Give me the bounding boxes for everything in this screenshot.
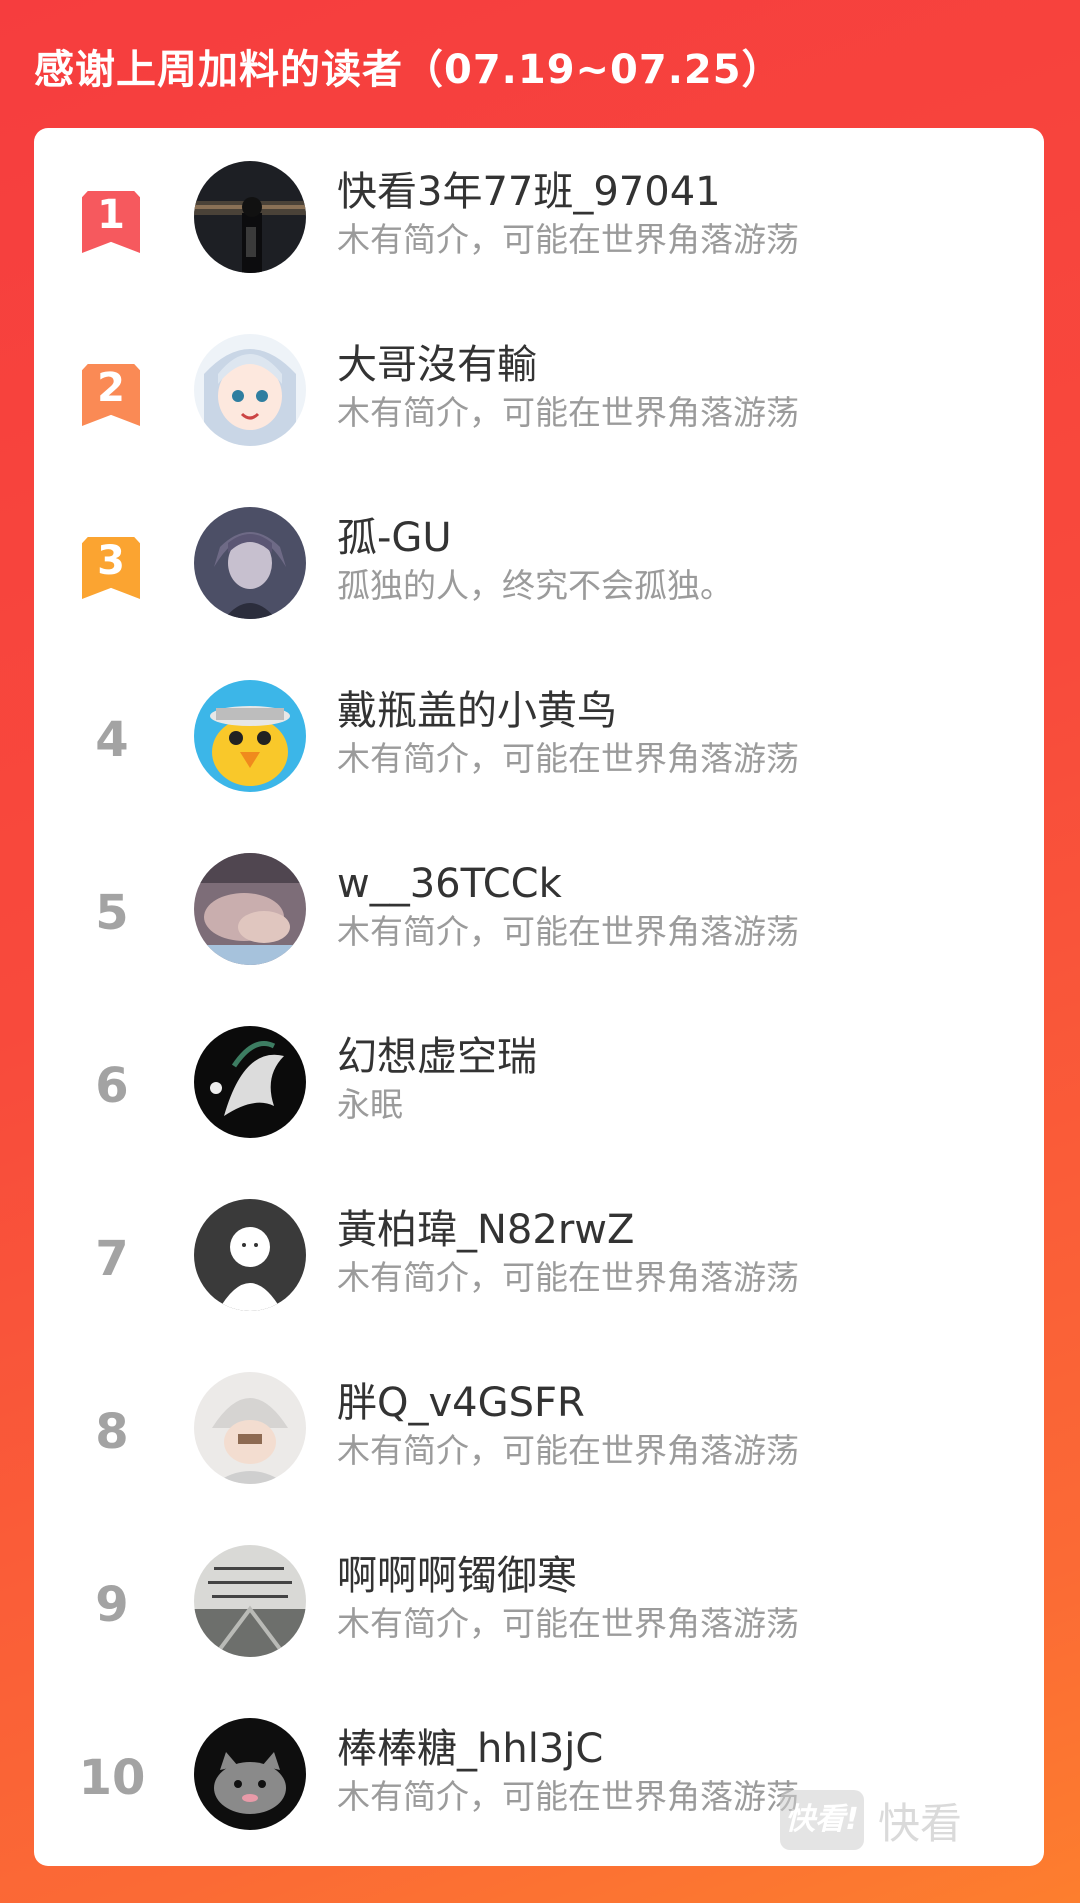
reader-name: 幻想虚空瑞 — [337, 1034, 537, 1080]
rank-badge: 3 — [82, 537, 140, 599]
rank-number: 8 — [95, 1404, 129, 1460]
dragon-art-avatar[interactable] — [194, 1026, 306, 1138]
reader-bio: 木有简介，可能在世界角落游荡 — [337, 912, 799, 951]
reader-name: 孤-GU — [337, 515, 452, 561]
rank-badge: 1 — [82, 191, 140, 253]
yellow-bird-avatar[interactable] — [194, 680, 306, 792]
blurry-photo-avatar[interactable] — [194, 853, 306, 965]
reader-row[interactable]: 8 胖Q_v4GSFR 木有简介，可能在世界角落游荡 — [34, 1339, 1044, 1512]
reader-bio: 永眠 — [337, 1085, 403, 1124]
reader-bio: 木有简介，可能在世界角落游荡 — [337, 1604, 799, 1643]
watermark-text: 快看 — [878, 1798, 963, 1848]
reader-name: 大哥沒有輸 — [337, 342, 537, 388]
handwriting-photo-avatar[interactable] — [194, 1545, 306, 1657]
reader-row[interactable]: 6 幻想虚空瑞 永眠 — [34, 993, 1044, 1166]
rank-number: 9 — [95, 1577, 129, 1633]
reader-row[interactable]: 1 快看3年77班_97041 木有简介，可能在世界角落游荡 — [34, 128, 1044, 301]
reader-row[interactable]: 4 戴瓶盖的小黄鸟 木有简介，可能在世界角落游荡 — [34, 647, 1044, 820]
reader-bio: 木有简介，可能在世界角落游荡 — [337, 1431, 799, 1470]
reader-name: w__36TCCk — [337, 861, 562, 907]
reader-bio: 木有简介，可能在世界角落游荡 — [337, 393, 799, 432]
reader-row[interactable]: 2 大哥沒有輸 木有简介，可能在世界角落游荡 — [34, 301, 1044, 474]
reader-row[interactable]: 7 黃柏瑋_N82rwZ 木有简介，可能在世界角落游荡 — [34, 1166, 1044, 1339]
reader-bio: 木有简介，可能在世界角落游荡 — [337, 1258, 799, 1297]
reader-name: 黃柏瑋_N82rwZ — [337, 1207, 635, 1253]
rank-badge: 2 — [82, 364, 140, 426]
anime-shark-girl-avatar[interactable] — [194, 334, 306, 446]
anime-boy-avatar[interactable] — [194, 507, 306, 619]
dark-night-photo-avatar[interactable] — [194, 161, 306, 273]
watermark-logo: 快看! — [780, 1790, 864, 1850]
rank-number: 5 — [95, 885, 129, 941]
reader-row[interactable]: 5 w__36TCCk 木有简介，可能在世界角落游荡 — [34, 820, 1044, 993]
reader-bio: 木有简介，可能在世界角落游荡 — [337, 739, 799, 778]
kuaikan-watermark: 快看! 快看 — [780, 1790, 962, 1850]
cartoon-cat-avatar[interactable] — [194, 1718, 306, 1830]
reader-bio: 木有简介，可能在世界角落游荡 — [337, 220, 799, 259]
reader-name: 啊啊啊镯御寒 — [337, 1553, 577, 1599]
reader-row[interactable]: 3 孤-GU 孤独的人，终究不会孤独。 — [34, 474, 1044, 647]
rank-number: 7 — [95, 1231, 129, 1287]
reader-name: 快看3年77班_97041 — [337, 169, 721, 215]
rank-number: 10 — [78, 1750, 146, 1806]
reader-name: 胖Q_v4GSFR — [337, 1380, 585, 1426]
hat-person-avatar[interactable] — [194, 1372, 306, 1484]
rank-number: 6 — [95, 1058, 129, 1114]
page-title: 感谢上周加料的读者（07.19~07.25） — [34, 47, 783, 93]
reader-bio: 孤独的人，终究不会孤独。 — [337, 566, 733, 605]
reader-name: 戴瓶盖的小黄鸟 — [337, 688, 617, 734]
reader-name: 棒棒糖_hhl3jC — [337, 1726, 604, 1772]
rank-number: 4 — [95, 712, 129, 768]
default-user-avatar[interactable] — [194, 1199, 306, 1311]
reader-row[interactable]: 9 啊啊啊镯御寒 木有简介，可能在世界角落游荡 — [34, 1512, 1044, 1685]
reader-ranking-list: 1 快看3年77班_97041 木有简介，可能在世界角落游荡 2 大哥沒有輸 木… — [34, 128, 1044, 1866]
